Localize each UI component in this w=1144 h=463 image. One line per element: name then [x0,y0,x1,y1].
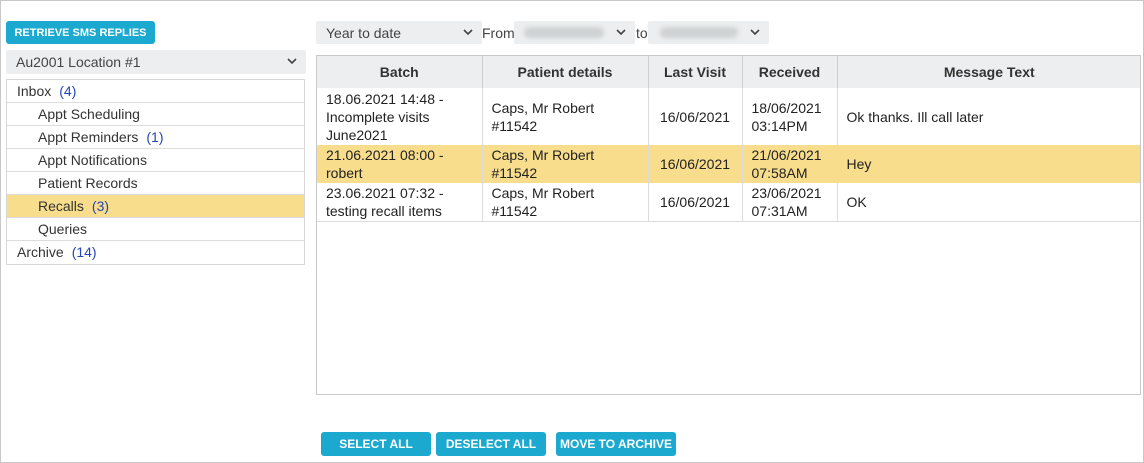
table-header-row: Batch Patient details Last Visit Receive… [317,56,1140,88]
folder-count: (1) [146,129,164,145]
to-label: to [636,25,648,41]
chevron-down-icon [750,29,760,36]
cell-message: Hey [837,145,1140,183]
from-label: From [482,25,515,41]
redacted-date [524,27,604,38]
cell-batch: 21.06.2021 08:00 - robert [317,145,483,183]
column-header-batch[interactable]: Batch [317,56,483,88]
cell-patient: Caps, Mr Robert #11542 [482,183,649,222]
folder-inbox[interactable]: Inbox (4) [7,80,304,103]
replies-table: Batch Patient details Last Visit Receive… [316,55,1141,395]
chevron-down-icon [463,29,473,36]
folder-label: Appt Scheduling [38,106,140,122]
location-select[interactable]: Au2001 Location #1 [6,50,306,74]
location-select-value: Au2001 Location #1 [16,54,141,70]
chevron-down-icon [287,58,297,65]
folder-count: (14) [71,244,97,260]
cell-batch: 18.06.2021 14:48 - Incomplete visits Jun… [317,88,483,145]
folder-appt-notifications[interactable]: Appt Notifications [7,149,304,172]
folder-count: (4) [59,83,77,99]
cell-patient: Caps, Mr Robert #11542 [482,145,649,183]
chevron-down-icon [616,29,626,36]
cell-message: Ok thanks. Ill call later [846,108,984,125]
column-header-patient-details[interactable]: Patient details [482,56,649,88]
cell-received: 21/06/2021 07:58AM [742,145,838,183]
table-row[interactable]: 18.06.2021 14:48 - Incomplete visits Jun… [317,88,1140,145]
folder-appt-scheduling[interactable]: Appt Scheduling [7,103,304,126]
cell-last-visit: 16/06/2021 [648,145,743,183]
folder-archive[interactable]: Archive (14) [7,241,304,264]
cell-received: 23/06/2021 07:31AM [742,183,838,222]
cell-batch: 23.06.2021 07:32 - testing recall items [317,183,483,222]
table-row[interactable]: 23.06.2021 07:32 - testing recall items … [317,183,1140,222]
folder-label: Recalls [38,198,84,214]
folder-tree: Inbox (4) Appt Scheduling Appt Reminders (… [6,79,305,265]
folder-label: Appt Notifications [38,152,147,168]
folder-label: Queries [38,221,88,237]
folder-count: (3) [91,198,110,214]
from-date-select[interactable] [514,21,635,44]
retrieve-sms-replies-button[interactable]: RETRIEVE SMS REPLIES [6,21,155,44]
column-header-last-visit[interactable]: Last Visit [648,56,743,88]
folder-label: Archive [17,244,64,260]
date-range-select[interactable]: Year to date [316,21,482,44]
column-header-received[interactable]: Received [742,56,838,88]
to-date-select[interactable] [648,21,769,44]
column-header-message-text[interactable]: Message Text [837,56,1140,88]
move-to-archive-button[interactable]: MOVE TO ARCHIVE [556,432,676,456]
cell-received: 18/06/2021 03:14PM [742,88,838,145]
date-range-value: Year to date [326,24,401,41]
folder-recalls[interactable]: Recalls (3) [7,195,304,218]
folder-appt-reminders[interactable]: Appt Reminders (1) [7,126,304,149]
sms-replies-panel: RETRIEVE SMS REPLIES Au2001 Location #1 … [0,0,1144,463]
cell-patient: Caps, Mr Robert #11542 [482,88,649,145]
redacted-date [660,27,738,38]
cell-last-visit: 16/06/2021 [648,183,743,222]
cell-last-visit: 16/06/2021 [648,88,743,145]
cell-message: OK [837,183,1140,222]
folder-queries[interactable]: Queries [7,218,304,241]
table-row[interactable]: 21.06.2021 08:00 - robert Caps, Mr Rober… [317,145,1140,183]
deselect-all-button[interactable]: DESELECT ALL [436,432,546,456]
folder-label: Inbox [17,83,52,99]
select-all-button[interactable]: SELECT ALL [321,432,431,456]
folder-patient-records[interactable]: Patient Records [7,172,304,195]
folder-label: Appt Reminders [38,129,139,145]
folder-label: Patient Records [38,175,138,191]
